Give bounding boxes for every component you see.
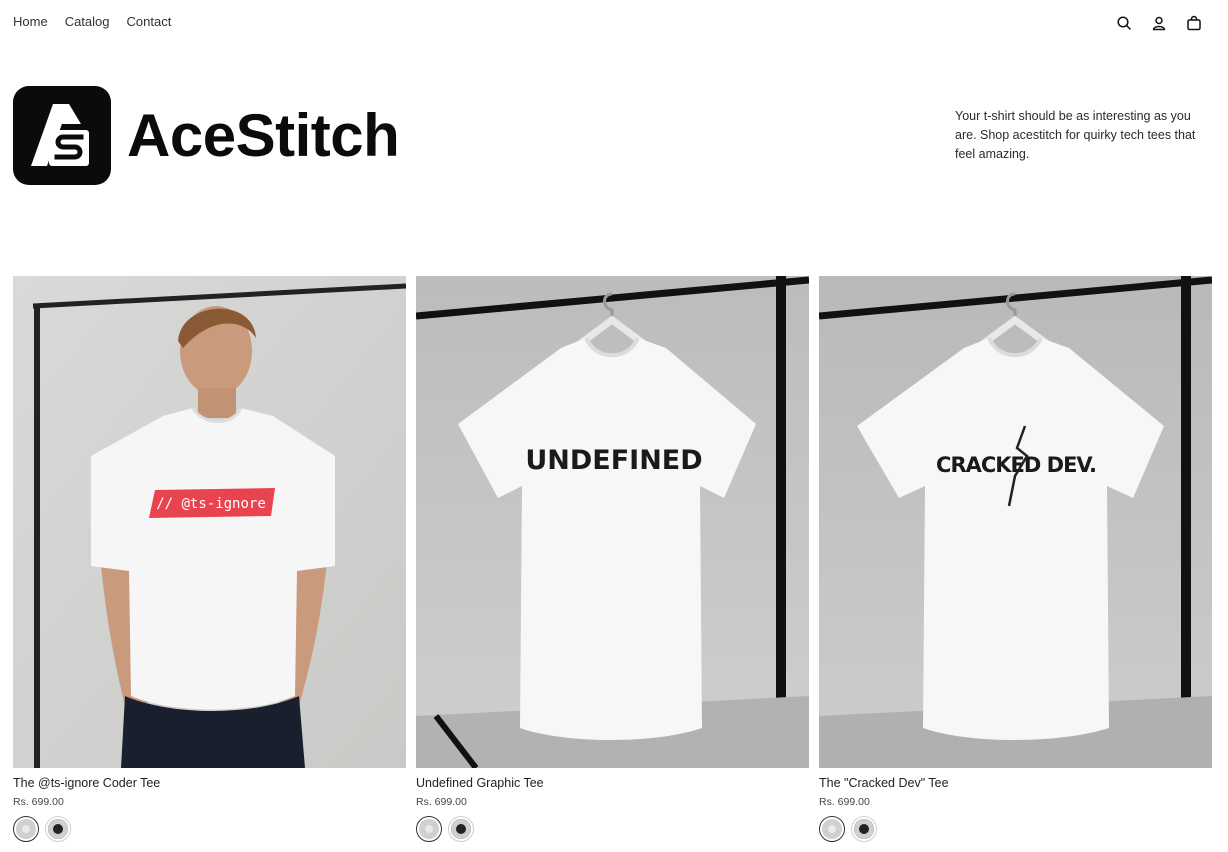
product-title[interactable]: Undefined Graphic Tee [416, 776, 809, 790]
product-image[interactable]: UNDEFINED [416, 276, 809, 768]
swatch-black[interactable] [851, 816, 877, 842]
cart-icon[interactable] [1186, 15, 1202, 31]
color-swatches [416, 816, 809, 842]
brand-tagline: Your t-shirt should be as interesting as… [955, 109, 1196, 161]
nav-icons [1116, 15, 1202, 31]
product-price: Rs. 699.00 [13, 796, 64, 808]
product-print-text: // @ts-ignore [156, 496, 266, 512]
swatch-white[interactable] [13, 816, 39, 842]
color-swatches [819, 816, 1212, 842]
brand-header[interactable]: AceStitch [13, 86, 400, 185]
nav-link-contact[interactable]: Contact [127, 14, 172, 29]
product-print-text: UNDEFINED [525, 445, 702, 476]
product-title[interactable]: The "Cracked Dev" Tee [819, 776, 1212, 790]
logo-glyph [31, 104, 89, 166]
swatch-white[interactable] [819, 816, 845, 842]
search-icon[interactable] [1116, 15, 1132, 31]
swatch-black[interactable] [448, 816, 474, 842]
product-card: UNDEFINED Undefined Graphic Tee Rs. 699.… [416, 276, 809, 842]
nav-links: Home Catalog Contact [13, 14, 171, 29]
brand-name: AceStitch [127, 101, 400, 169]
product-card: CRACKED DEV. The "Cracked Dev" Tee Rs. 6… [819, 276, 1212, 842]
nav-link-catalog[interactable]: Catalog [65, 14, 110, 29]
brand-logo [13, 86, 111, 185]
product-image[interactable]: // @ts-ignore [13, 276, 406, 768]
swatch-white[interactable] [416, 816, 442, 842]
product-price: Rs. 699.00 [416, 796, 467, 808]
product-image[interactable]: CRACKED DEV. [819, 276, 1212, 768]
nav-link-home[interactable]: Home [13, 14, 48, 29]
product-title[interactable]: The @ts-ignore Coder Tee [13, 776, 406, 790]
color-swatches [13, 816, 406, 842]
account-icon[interactable] [1151, 15, 1167, 31]
swatch-black[interactable] [45, 816, 71, 842]
product-grid: // @ts-ignore The @ts-ignore Coder Tee R… [13, 276, 1212, 842]
product-price: Rs. 699.00 [819, 796, 870, 808]
top-nav: Home Catalog Contact [0, 0, 1228, 44]
product-card: // @ts-ignore The @ts-ignore Coder Tee R… [13, 276, 406, 842]
